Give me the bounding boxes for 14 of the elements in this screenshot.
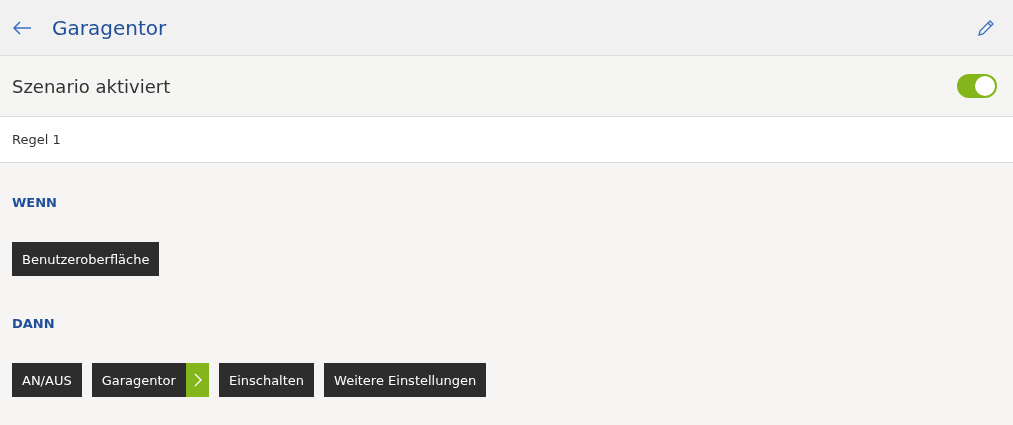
chip-button[interactable]: Benutzeroberfläche <box>12 242 160 276</box>
pencil-icon[interactable] <box>977 18 995 37</box>
back-icon[interactable] <box>12 20 32 35</box>
chip-button[interactable]: AN/AUS <box>12 363 82 397</box>
section-heading: WENN <box>12 195 57 210</box>
chip-button[interactable]: Einschalten <box>218 363 315 397</box>
rule-title: Regel 1 <box>12 132 61 147</box>
page-title: Garagentor <box>52 15 168 40</box>
chip-button[interactable]: Weitere Einstellungen <box>324 363 487 397</box>
scenario-toggle[interactable] <box>957 74 997 98</box>
chip-button[interactable]: Garagentor <box>91 363 209 397</box>
section-heading: DANN <box>12 316 55 331</box>
scenario-label: Szenario aktiviert <box>12 75 172 97</box>
chevron-icon[interactable] <box>185 363 209 397</box>
